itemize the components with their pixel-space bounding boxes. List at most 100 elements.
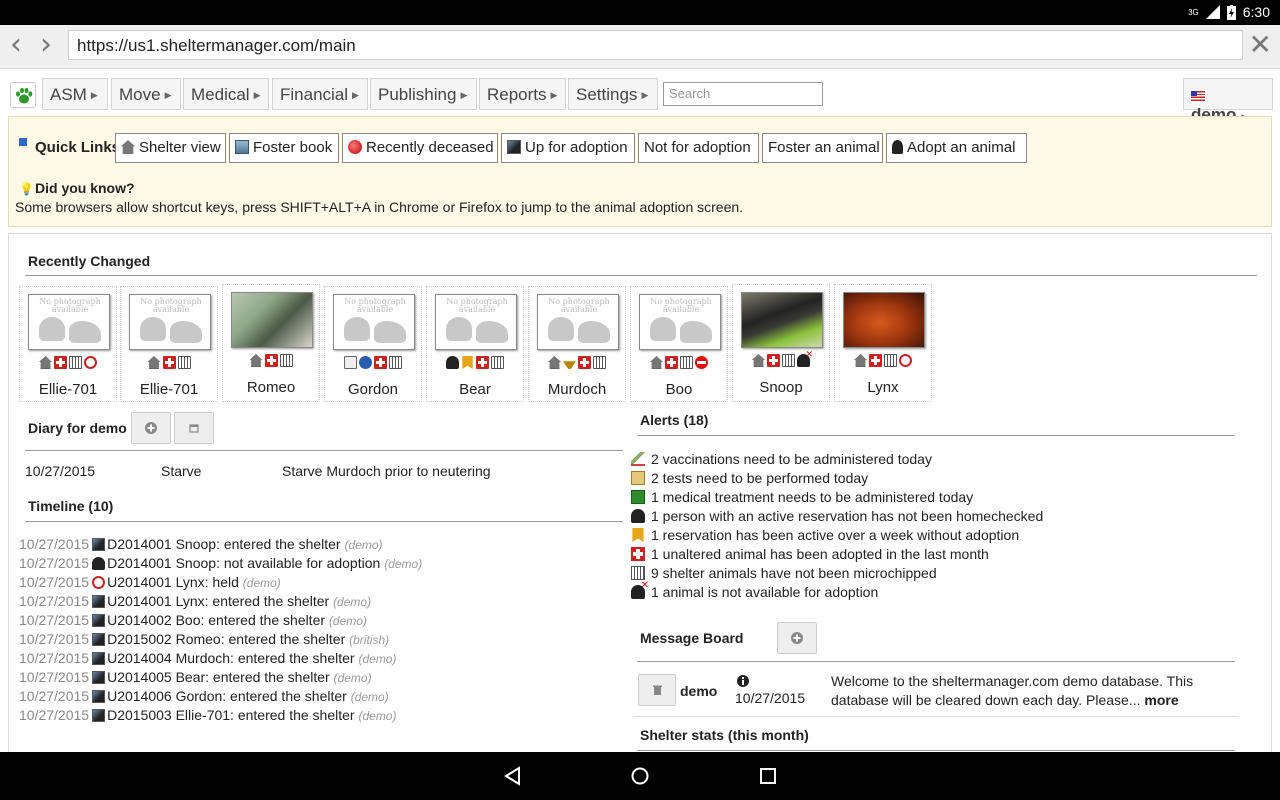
timeline-row: 10/27/2015 U2014001 Lynx: held (demo) xyxy=(19,574,281,590)
entered-icon xyxy=(92,690,106,703)
timeline-user: (demo) xyxy=(242,576,281,590)
quick-link-not-for-adoption[interactable]: Not for adoption xyxy=(638,133,759,163)
animal-name[interactable]: Snoop xyxy=(733,379,829,396)
redcross-icon xyxy=(869,354,882,367)
search-input[interactable]: Search xyxy=(663,82,823,106)
animal-card[interactable]: Romeo xyxy=(222,284,320,402)
timeline-text[interactable]: U2014005 Bear: entered the shelter xyxy=(107,669,330,685)
alert-row[interactable]: 2 tests need to be performed today xyxy=(631,470,868,486)
home-nav-icon[interactable] xyxy=(630,766,650,786)
forward-icon[interactable]: › xyxy=(40,29,52,61)
recents-nav-icon[interactable] xyxy=(759,766,777,786)
url-input[interactable]: https://us1.sheltermanager.com/main xyxy=(68,30,1243,60)
alert-text[interactable]: 2 vaccinations need to be administered t… xyxy=(651,451,932,467)
animal-name[interactable]: Murdoch xyxy=(529,381,625,398)
timeline-user: (demo) xyxy=(384,557,423,571)
caret-right-icon: ▶ xyxy=(253,90,261,101)
diary-calendar-button[interactable] xyxy=(174,412,214,444)
noadopt-icon xyxy=(92,557,106,570)
delete-message-button[interactable] xyxy=(638,674,676,706)
menu-medical[interactable]: Medical ▶ xyxy=(183,78,269,110)
animal-name[interactable]: Lynx xyxy=(835,379,931,396)
back-nav-icon[interactable] xyxy=(503,766,521,786)
android-status-bar: 3G 6:30 xyxy=(0,0,1280,25)
timeline-text[interactable]: U2014001 Lynx: held xyxy=(107,574,239,590)
alert-row[interactable]: 1 reservation has been active over a wee… xyxy=(631,527,1019,543)
animal-thumbnail[interactable] xyxy=(741,292,823,348)
quick-link-shelter-view[interactable]: Shelter view xyxy=(115,133,226,163)
alert-text[interactable]: 1 unaltered animal has been adopted in t… xyxy=(651,546,989,562)
animal-name[interactable]: Ellie-701 xyxy=(121,381,217,398)
quick-link-recently-deceased[interactable]: Recently deceased xyxy=(342,133,498,163)
user-menu-button[interactable]: demo▶ xyxy=(1183,78,1273,124)
more-link[interactable]: more xyxy=(1144,692,1178,708)
quick-link-foster-an-animal[interactable]: Foster an animal xyxy=(762,133,883,163)
animal-card[interactable]: No photograph available Ellie-701 xyxy=(120,286,218,402)
timeline-text[interactable]: U2014001 Lynx: entered the shelter xyxy=(107,593,329,609)
menu-asm[interactable]: ASM ▶ xyxy=(42,78,108,110)
alert-row[interactable]: 1 person with an active reservation has … xyxy=(631,508,1043,524)
menu-publishing[interactable]: Publishing ▶ xyxy=(370,78,477,110)
timeline-text[interactable]: U2014004 Murdoch: entered the shelter xyxy=(107,650,355,666)
animal-card[interactable]: No photograph available Ellie-701 xyxy=(19,286,117,402)
animal-name[interactable]: Gordon xyxy=(325,381,421,398)
animal-card[interactable]: No photograph available Gordon xyxy=(324,286,422,402)
animal-name[interactable]: Romeo xyxy=(223,379,319,396)
menu-financial[interactable]: Financial ▶ xyxy=(272,78,368,110)
quick-link-label: Foster book xyxy=(253,139,333,156)
quick-link-adopt-an-animal[interactable]: Adopt an animal xyxy=(886,133,1027,163)
animal-card[interactable]: No photograph available Murdoch xyxy=(528,286,626,402)
alert-row[interactable]: 2 vaccinations need to be administered t… xyxy=(631,451,932,467)
menu-settings[interactable]: Settings ▶ xyxy=(568,78,658,110)
timeline-text[interactable]: U2014006 Gordon: entered the shelter xyxy=(107,688,347,704)
timeline-text[interactable]: U2014002 Boo: entered the shelter xyxy=(107,612,325,628)
redcross-icon xyxy=(578,356,591,369)
signal-icon xyxy=(1205,5,1220,19)
alert-text[interactable]: 9 shelter animals have not been microchi… xyxy=(651,565,937,581)
animal-card[interactable]: No photograph available Bear xyxy=(426,286,524,402)
quick-link-label: Recently deceased xyxy=(366,139,494,156)
alert-text[interactable]: 1 person with an active reservation has … xyxy=(651,508,1043,524)
animal-thumbnail[interactable]: No photograph available xyxy=(333,294,415,350)
alert-row[interactable]: 1 unaltered animal has been adopted in t… xyxy=(631,546,989,562)
alert-text[interactable]: 2 tests need to be performed today xyxy=(651,470,868,486)
person-icon xyxy=(446,356,459,369)
animal-name[interactable]: Boo xyxy=(631,381,727,398)
animal-card[interactable]: Lynx xyxy=(834,284,932,402)
diary-note[interactable]: Starve Murdoch prior to neutering xyxy=(282,463,491,479)
timeline-text[interactable]: D2014001 Snoop: not available for adopti… xyxy=(107,555,380,571)
timeline-text[interactable]: D2015003 Ellie-701: entered the shelter xyxy=(107,707,355,723)
timeline-date: 10/27/2015 xyxy=(19,574,90,590)
animal-thumbnail[interactable] xyxy=(843,292,925,348)
timeline-text[interactable]: D2014001 Snoop: entered the shelter xyxy=(107,536,341,552)
alert-row[interactable]: 1 animal is not available for adoption xyxy=(631,580,878,600)
alert-row[interactable]: 1 medical treatment needs to be administ… xyxy=(631,489,973,505)
close-icon[interactable]: ✕ xyxy=(1249,29,1272,61)
animal-thumbnail[interactable] xyxy=(231,292,313,348)
animal-thumbnail[interactable]: No photograph available xyxy=(435,294,517,350)
animal-card[interactable]: Snoop xyxy=(732,284,830,402)
paw-logo-icon[interactable] xyxy=(10,82,36,108)
animal-name[interactable]: Ellie-701 xyxy=(20,381,116,398)
animal-thumbnail[interactable]: No photograph available xyxy=(639,294,721,350)
animal-name[interactable]: Bear xyxy=(427,381,523,398)
add-message-button[interactable] xyxy=(777,622,817,654)
menu-move[interactable]: Move ▶ xyxy=(111,78,181,110)
back-icon[interactable]: ‹ xyxy=(10,29,22,61)
alert-text[interactable]: 1 animal is not available for adoption xyxy=(651,584,878,600)
timeline-text[interactable]: D2015002 Romeo: entered the shelter xyxy=(107,631,345,647)
alert-row[interactable]: 9 shelter animals have not been microchi… xyxy=(631,565,937,581)
add-diary-button[interactable] xyxy=(131,412,171,444)
quick-link-foster-book[interactable]: Foster book xyxy=(229,133,339,163)
animal-thumbnail[interactable]: No photograph available xyxy=(537,294,619,350)
alert-text[interactable]: 1 medical treatment needs to be administ… xyxy=(651,489,973,505)
cat-silhouette-icon xyxy=(548,317,574,341)
menu-reports[interactable]: Reports ▶ xyxy=(479,78,566,110)
alert-text[interactable]: 1 reservation has been active over a wee… xyxy=(651,527,1019,543)
animal-thumbnail[interactable]: No photograph available xyxy=(28,294,110,350)
diary-title: Diary for demo xyxy=(28,420,127,436)
animal-card[interactable]: No photograph available Boo xyxy=(630,286,728,402)
redcross-icon xyxy=(476,356,489,369)
quick-link-up-for-adoption[interactable]: Up for adoption xyxy=(501,133,635,163)
animal-thumbnail[interactable]: No photograph available xyxy=(129,294,211,350)
